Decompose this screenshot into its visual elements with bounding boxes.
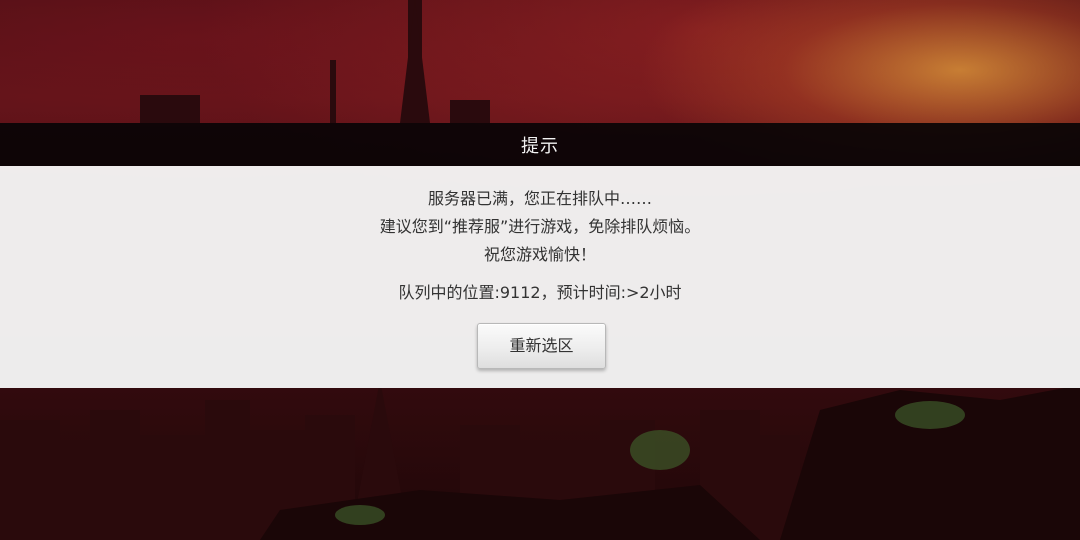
dialog-panel: 服务器已满，您正在排队中…… 建议您到“推荐服”进行游戏，免除排队烦恼。 祝您游…	[0, 166, 1080, 388]
message-line: 服务器已满，您正在排队中……	[427, 189, 652, 208]
city-skyline	[0, 380, 1080, 540]
reselect-server-button[interactable]: 重新选区	[477, 323, 606, 369]
message-line: 建议您到“推荐服”进行游戏，免除排队烦恼。	[379, 217, 701, 236]
queue-status: 队列中的位置:9112，预计时间:>2小时	[398, 283, 682, 302]
dialog-title-bar: 提示	[0, 123, 1080, 166]
tower-silhouettes	[140, 0, 490, 123]
message-line: 祝您游戏愉快！	[483, 245, 596, 264]
dialog-title: 提示	[521, 135, 559, 157]
message-block: 服务器已满，您正在排队中…… 建议您到“推荐服”进行游戏，免除排队烦恼。 祝您游…	[0, 185, 1080, 269]
